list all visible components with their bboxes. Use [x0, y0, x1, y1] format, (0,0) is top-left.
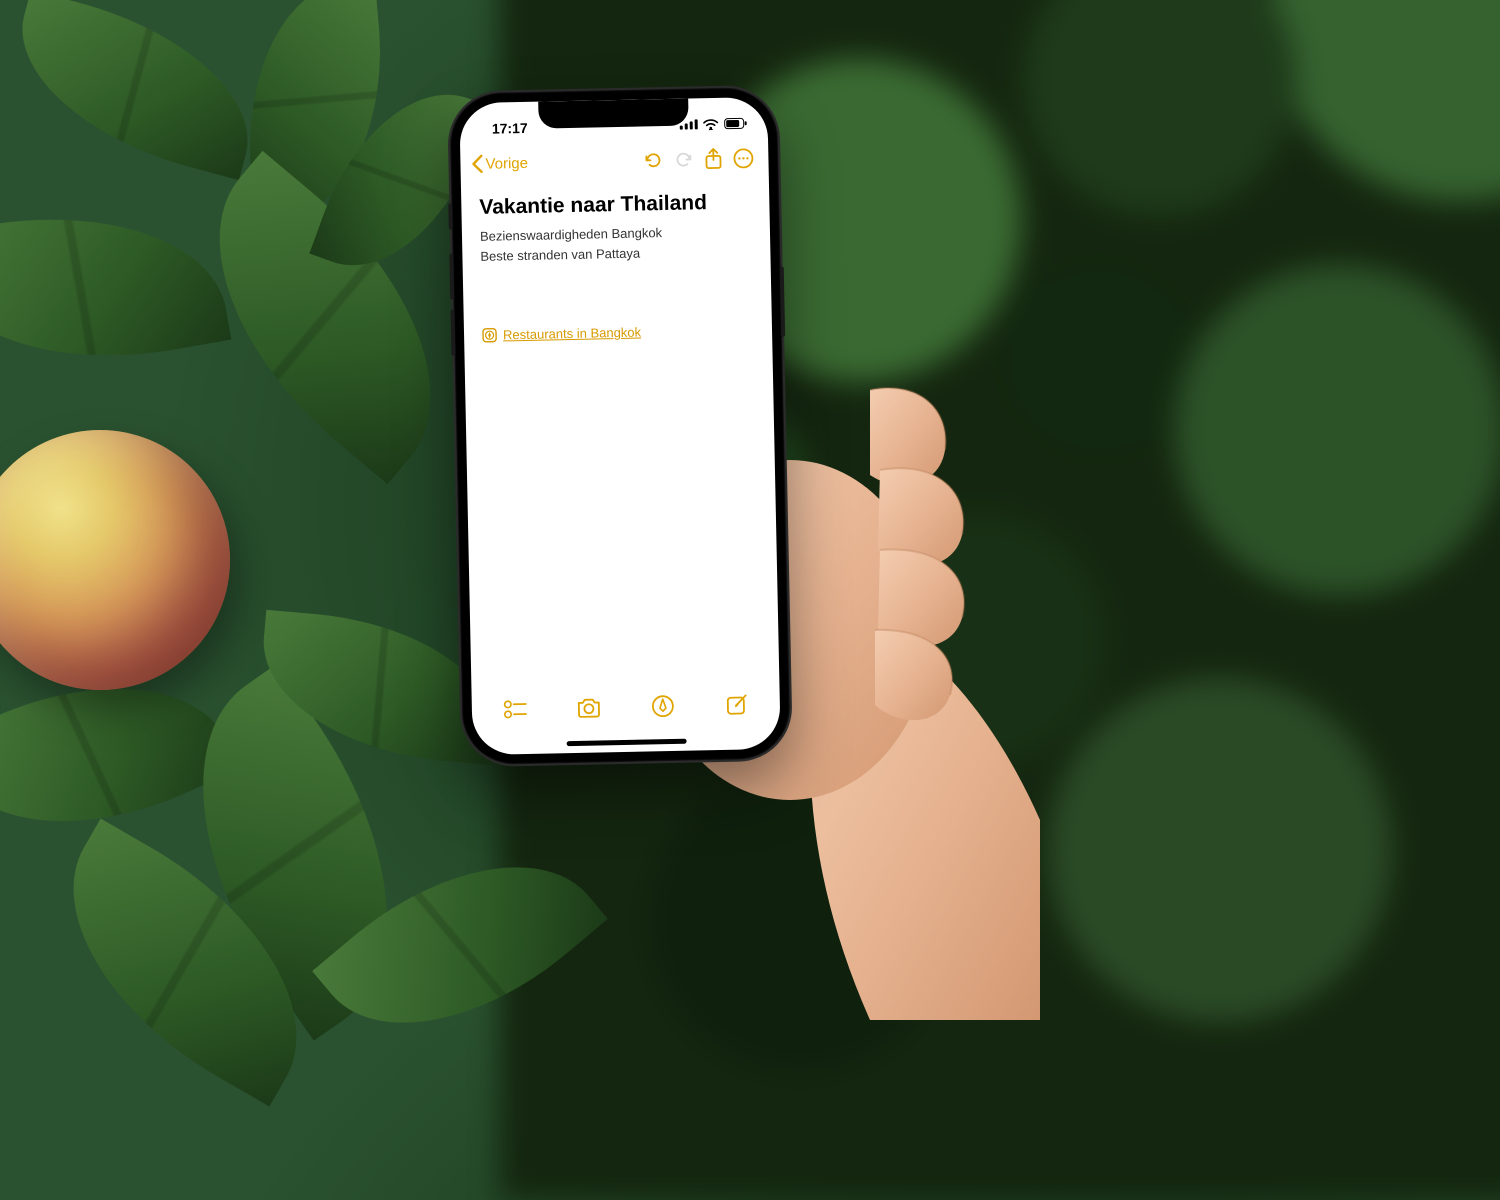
wifi-icon: [703, 118, 719, 130]
battery-icon: [724, 117, 748, 129]
checklist-button[interactable]: [498, 692, 533, 727]
chevron-left-icon: [470, 154, 483, 174]
note-body[interactable]: Vakantie naar Thailand Bezienswaardighed…: [461, 183, 779, 685]
compose-icon: [725, 692, 749, 716]
mute-switch: [448, 203, 453, 229]
back-button[interactable]: Vorige: [470, 153, 528, 174]
more-button[interactable]: [728, 143, 759, 174]
compose-button[interactable]: [720, 687, 755, 722]
markup-button[interactable]: [646, 689, 681, 724]
note-link-text: Restaurants in Bangkok: [503, 325, 641, 343]
share-icon: [704, 148, 722, 170]
leaf: [0, 187, 231, 388]
nav-bar: Vorige: [460, 139, 769, 183]
notch: [538, 99, 689, 129]
volume-down-button: [451, 309, 456, 355]
pencil-tip-circle-icon: [651, 694, 675, 718]
apple-photo: [0, 430, 230, 690]
camera-icon: [576, 696, 602, 719]
back-label: Vorige: [485, 154, 528, 172]
status-time: 17:17: [480, 120, 540, 137]
volume-up-button: [449, 253, 454, 299]
phone-frame: 17:17: [449, 87, 791, 766]
undo-icon: [643, 150, 663, 170]
ellipsis-circle-icon: [732, 147, 754, 169]
redo-button: [668, 144, 699, 175]
note-title: Vakantie naar Thailand: [479, 189, 751, 221]
phone-screen: 17:17: [459, 97, 781, 755]
camera-button[interactable]: [572, 690, 607, 725]
share-button[interactable]: [698, 144, 729, 175]
checklist-icon: [503, 698, 527, 720]
redo-icon: [673, 149, 693, 169]
undo-button[interactable]: [638, 145, 669, 176]
note-link[interactable]: Restaurants in Bangkok: [482, 322, 754, 343]
safari-link-icon: [482, 328, 497, 343]
leaf: [0, 0, 273, 180]
